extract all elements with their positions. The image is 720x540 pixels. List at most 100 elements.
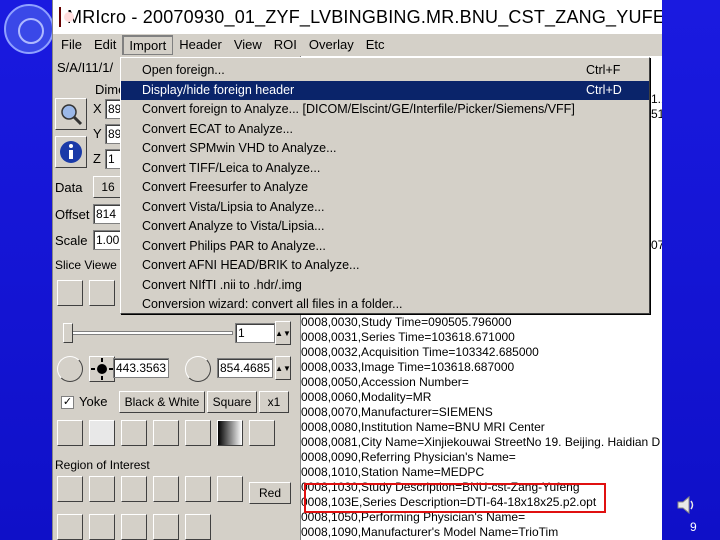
menu-etc[interactable]: Etc (360, 35, 391, 55)
contrast-icon[interactable] (185, 356, 211, 382)
previous-icon[interactable] (57, 356, 83, 382)
slide-page-number: 9 (690, 520, 697, 534)
layout-ortho-icon[interactable] (121, 420, 147, 446)
shortcut-label: Ctrl+F (586, 63, 621, 77)
menu-item-convert-analyze-vista[interactable]: Convert Analyze to Vista/Lipsia... (121, 217, 649, 237)
roi-info-icon[interactable] (89, 476, 115, 502)
app-icon[interactable] (59, 7, 74, 27)
slice-viewer-label: Slice Viewe (55, 258, 117, 272)
menu-item-convert-spmwin[interactable]: Convert SPMwin VHD to Analyze... (121, 139, 649, 159)
menu-overlay[interactable]: Overlay (303, 35, 360, 55)
speaker-icon[interactable] (676, 494, 696, 516)
data-type-button[interactable]: 16 (93, 176, 123, 198)
header-line: 0008,0081,City Name=Xinjiekouwai StreetN… (301, 435, 661, 449)
head-view-icon[interactable] (57, 280, 83, 306)
brightness-icon[interactable] (89, 356, 115, 382)
import-menu-dropdown: Open foreign... Ctrl+F Display/hide forei… (120, 57, 650, 314)
menu-item-label: Convert AFNI HEAD/BRIK to Analyze... (142, 258, 360, 272)
menu-item-convert-foreign[interactable]: Convert foreign to Analyze... [DICOM/Els… (121, 100, 649, 120)
partial-text: 1.1 (651, 92, 662, 106)
menu-item-label: Display/hide foreign header (142, 82, 295, 97)
offset-field[interactable]: 814 (93, 204, 123, 224)
layout-film-icon[interactable] (153, 420, 179, 446)
roi-square-icon[interactable] (185, 514, 211, 540)
offset-label: Offset (55, 207, 90, 222)
menu-item-convert-freesurfer[interactable]: Convert Freesurfer to Analyze (121, 178, 649, 198)
menu-item-convert-nifti[interactable]: Convert NIfTI .nii to .hdr/.img (121, 276, 649, 296)
header-line: 0008,0060,Modality=MR (301, 390, 432, 404)
open-image-button[interactable] (55, 98, 87, 130)
roi-open-icon[interactable] (57, 476, 83, 502)
header-line: 0008,0080,Institution Name=BNU MRI Cente… (301, 420, 545, 434)
menu-item-label: Convert Philips PAR to Analyze... (142, 238, 326, 253)
layout-cross-icon[interactable] (89, 420, 115, 446)
menu-item-convert-afni[interactable]: Convert AFNI HEAD/BRIK to Analyze... (121, 256, 649, 276)
menu-item-label: Convert foreign to Analyze... [DICOM/Els… (142, 102, 575, 116)
menu-import[interactable]: Import (122, 35, 174, 55)
menu-file[interactable]: File (55, 35, 88, 55)
partial-text: 07 (651, 238, 662, 252)
menu-roi[interactable]: ROI (268, 35, 303, 55)
file-path: S/A/I11/1/ (57, 60, 114, 75)
yoke-checkbox[interactable]: ✓ (61, 396, 74, 409)
roi-fill-icon[interactable] (153, 514, 179, 540)
window-min-field[interactable]: 443.3563 (113, 358, 169, 378)
slice-spin-button[interactable]: ▲▼ (275, 321, 291, 345)
menu-item-label: Convert Freesurfer to Analyze (142, 180, 309, 194)
slice-slider-thumb[interactable] (63, 323, 73, 343)
roi-dots-icon[interactable] (89, 514, 115, 540)
menu-edit[interactable]: Edit (88, 35, 122, 55)
render-3d-icon[interactable] (57, 514, 83, 540)
menu-item-convert-ecat[interactable]: Convert ECAT to Analyze... (121, 120, 649, 140)
header-line: 0008,1090,Manufacturer's Model Name=Trio… (301, 525, 559, 539)
scale-field[interactable]: 1.00 (93, 230, 123, 250)
roi-erase-icon[interactable] (153, 476, 179, 502)
roi-clear-icon[interactable] (217, 476, 243, 502)
slice-number-field[interactable]: 1 (235, 323, 275, 343)
slice-slider-track[interactable] (63, 331, 233, 335)
roi-color-button[interactable]: Red (249, 482, 291, 504)
scale-label: Scale (55, 233, 88, 248)
info-icon (60, 141, 82, 163)
z-label: Z (93, 151, 101, 166)
header-line: 0008,0030,Study Time=090505.796000 (301, 315, 512, 329)
header-line: 0008,0031,Series Time=103618.671000 (301, 330, 515, 344)
yoke-label: Yoke (79, 394, 108, 409)
layout-single-icon[interactable] (57, 420, 83, 446)
menu-header[interactable]: Header (173, 35, 228, 55)
university-logo (4, 4, 54, 54)
menu-item-display-foreign-header[interactable]: Display/hide foreign header Ctrl+D (121, 80, 649, 100)
menu-item-conversion-wizard[interactable]: Conversion wizard: convert all files in … (121, 295, 649, 315)
info-button[interactable] (55, 136, 87, 168)
menu-item-label: Convert ECAT to Analyze... (142, 121, 293, 136)
window-spin-button[interactable]: ▲▼ (275, 356, 291, 380)
window-title: MRIcro - 20070930_01_ZYF_LVBINGBING.MR.B… (67, 6, 662, 27)
menu-item-label: Convert TIFF/Leica to Analyze... (142, 160, 321, 175)
zoom-button[interactable]: x1 (259, 391, 289, 413)
menu-item-convert-tiff[interactable]: Convert TIFF/Leica to Analyze... (121, 159, 649, 179)
menu-item-open-foreign[interactable]: Open foreign... Ctrl+F (121, 61, 649, 81)
menu-item-convert-vista[interactable]: Convert Vista/Lipsia to Analyze... (121, 198, 649, 218)
roi-brush-icon[interactable] (121, 514, 147, 540)
menu-item-label: Convert Vista/Lipsia to Analyze... (142, 199, 325, 214)
grayscale-icon[interactable] (217, 420, 243, 446)
y-label: Y (93, 126, 102, 141)
layout-render-icon[interactable] (185, 420, 211, 446)
roi-label: Region of Interest (55, 458, 150, 472)
menu-view[interactable]: View (228, 35, 268, 55)
menu-item-label: Convert SPMwin VHD to Analyze... (142, 141, 337, 155)
square-button[interactable]: Square (207, 391, 257, 413)
roi-pen-icon[interactable] (121, 476, 147, 502)
menu-item-convert-philips[interactable]: Convert Philips PAR to Analyze... (121, 237, 649, 257)
window-max-field[interactable]: 854.4685 (217, 358, 273, 378)
render-view-icon[interactable] (89, 280, 115, 306)
colormap-button[interactable]: Black & White (119, 391, 205, 413)
menu-item-label: Open foreign... (142, 63, 225, 77)
shortcut-label: Ctrl+D (586, 82, 622, 97)
header-line: 0008,0033,Image Time=103618.687000 (301, 360, 515, 374)
roi-save-icon[interactable] (185, 476, 211, 502)
histogram-icon[interactable] (249, 420, 275, 446)
partial-text: 51 (651, 107, 662, 121)
menu-item-label: Convert Analyze to Vista/Lipsia... (142, 219, 325, 233)
magnifier-icon (61, 104, 83, 126)
